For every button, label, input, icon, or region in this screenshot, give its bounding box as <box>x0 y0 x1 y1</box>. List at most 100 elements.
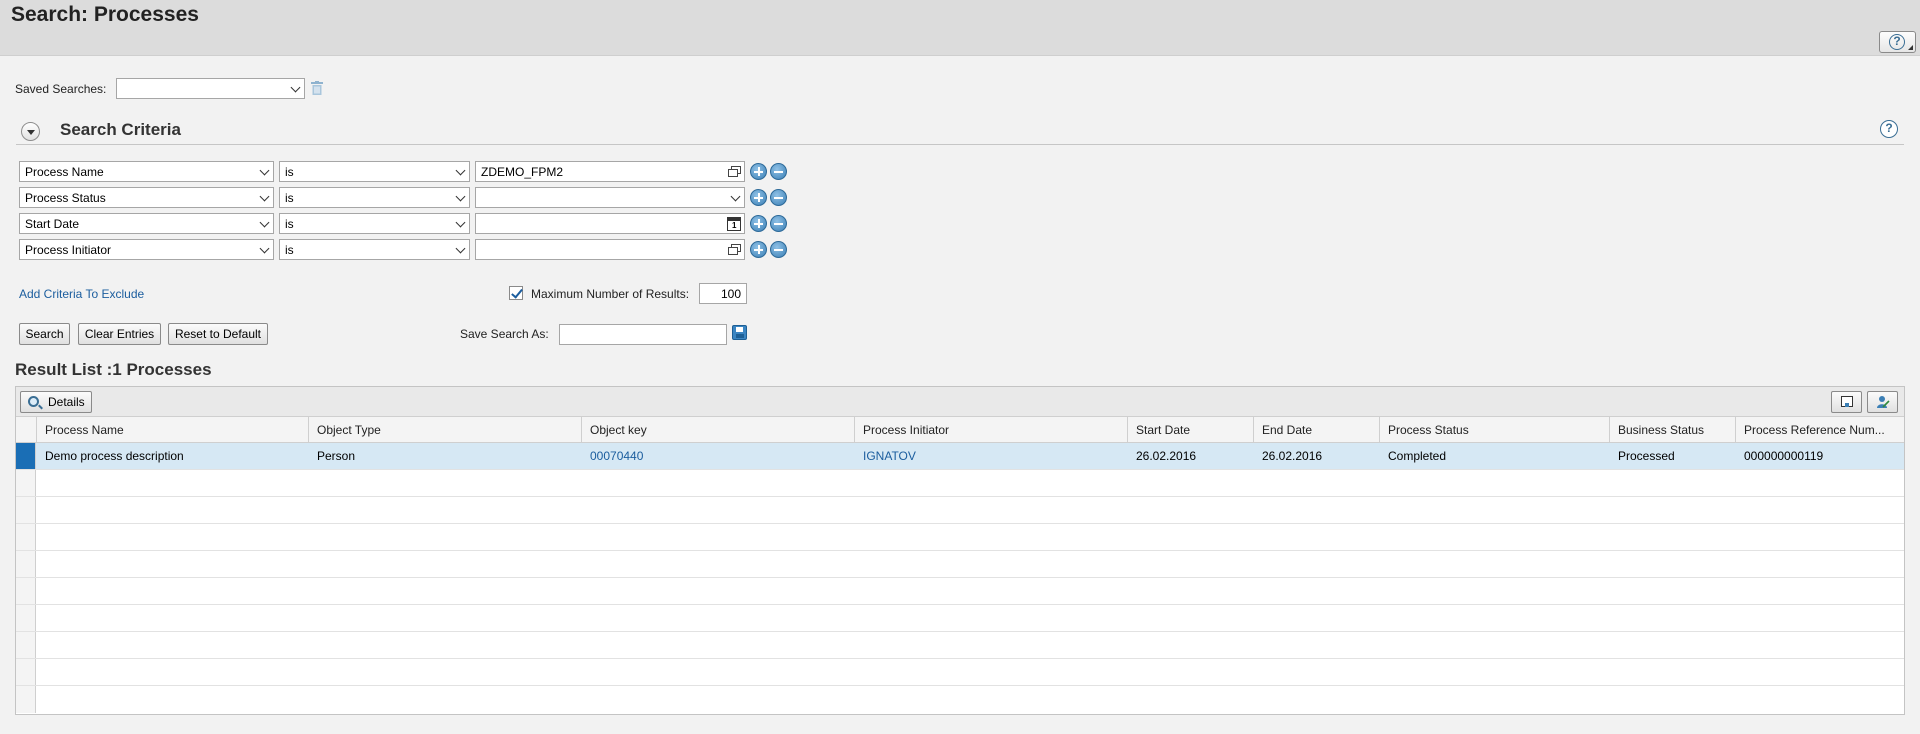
cell-object-key-link[interactable]: 00070440 <box>582 443 855 470</box>
trash-icon[interactable] <box>311 81 323 95</box>
criteria-operator-value: is <box>285 165 294 179</box>
chevron-down-icon <box>259 165 270 176</box>
column-header[interactable]: Process Initiator <box>855 417 1128 443</box>
cell-process-status: Completed <box>1388 449 1447 463</box>
row-selector[interactable] <box>16 470 36 496</box>
column-header[interactable]: End Date <box>1254 417 1380 443</box>
cell-process-reference-number: 000000000119 <box>1744 449 1824 463</box>
criteria-field-value: Process Name <box>25 165 104 179</box>
table-row-empty <box>16 551 1904 578</box>
page-header: Search: Processes ? <box>0 0 1920 56</box>
criteria-operator-select[interactable]: is <box>279 239 470 260</box>
criteria-field-value: Start Date <box>25 217 80 231</box>
chevron-down-icon <box>455 243 466 254</box>
minus-icon[interactable] <box>770 215 787 232</box>
column-header[interactable]: Start Date <box>1128 417 1254 443</box>
minus-icon[interactable] <box>770 189 787 206</box>
column-header[interactable]: Process Name <box>37 417 309 443</box>
value-help-icon[interactable] <box>728 244 741 255</box>
criteria-operator-select[interactable]: is <box>279 161 470 182</box>
table-row-empty <box>16 578 1904 605</box>
criteria-field-select[interactable]: Process Status <box>19 187 274 208</box>
chevron-down-icon <box>455 191 466 202</box>
max-results-value: 100 <box>720 287 741 301</box>
row-selector[interactable] <box>16 605 36 631</box>
saved-searches-select[interactable] <box>116 78 305 99</box>
column-header[interactable]: Object key <box>582 417 855 443</box>
chevron-down-icon <box>290 82 301 93</box>
chevron-down-icon <box>259 243 270 254</box>
table-header-row: Process Name Object Type Object key Proc… <box>16 417 1904 443</box>
table-row[interactable]: Demo process description Person 00070440… <box>16 443 1904 470</box>
table-row-empty <box>16 605 1904 632</box>
chevron-down-icon <box>259 191 270 202</box>
section-title: Search Criteria <box>60 120 181 139</box>
save-search-as-label: Save Search As: <box>460 327 549 341</box>
max-results-input[interactable]: 100 <box>699 283 747 304</box>
save-search-as-input[interactable] <box>559 324 727 345</box>
criteria-operator-select[interactable]: is <box>279 213 470 234</box>
page-title: Search: Processes <box>11 3 199 26</box>
cell-end-date: 26.02.2016 <box>1262 449 1323 463</box>
magnifier-icon <box>28 396 39 407</box>
help-icon[interactable]: ? <box>1880 120 1898 138</box>
dropdown-corner-icon <box>1908 45 1913 50</box>
criteria-date-input[interactable]: 1 <box>475 213 745 234</box>
criteria-field-select[interactable]: Start Date <box>19 213 274 234</box>
column-header[interactable]: Business Status <box>1610 417 1736 443</box>
add-criteria-to-exclude-link[interactable]: Add Criteria To Exclude <box>19 287 144 301</box>
export-icon <box>1841 396 1853 407</box>
result-list-title: Result List :1 Processes <box>15 360 212 379</box>
value-help-icon[interactable] <box>728 166 741 177</box>
criteria-value-select[interactable] <box>475 187 745 208</box>
plus-icon[interactable] <box>750 189 767 206</box>
row-selector[interactable] <box>16 443 36 469</box>
criteria-operator-value: is <box>285 243 294 257</box>
column-header[interactable]: Process Reference Num... <box>1736 417 1904 443</box>
help-icon: ? <box>1889 34 1905 50</box>
criteria-field-value: Process Initiator <box>25 243 112 257</box>
result-table: Details Process Name Object Type Object … <box>15 386 1905 715</box>
row-selector[interactable] <box>16 632 36 658</box>
criteria-field-select[interactable]: Process Name <box>19 161 274 182</box>
cell-process-initiator-link[interactable]: IGNATOV <box>855 443 1128 470</box>
clear-entries-button[interactable]: Clear Entries <box>78 323 161 345</box>
help-menu-button[interactable]: ? <box>1879 31 1916 53</box>
criteria-value-input[interactable]: ZDEMO_FPM2 <box>475 161 745 182</box>
minus-icon[interactable] <box>770 163 787 180</box>
chevron-down-icon <box>455 165 466 176</box>
collapse-section-button[interactable] <box>21 122 40 141</box>
save-icon[interactable] <box>732 325 747 340</box>
column-header[interactable]: Process Status <box>1380 417 1610 443</box>
cell-business-status: Processed <box>1618 449 1675 463</box>
details-button-label: Details <box>48 395 85 409</box>
plus-icon[interactable] <box>750 215 767 232</box>
plus-icon[interactable] <box>750 241 767 258</box>
row-selector[interactable] <box>16 497 36 523</box>
cell-object-type: Person <box>317 449 356 463</box>
plus-icon[interactable] <box>750 163 767 180</box>
row-selector[interactable] <box>16 686 36 713</box>
chevron-down-icon <box>730 191 741 202</box>
criteria-field-select[interactable]: Process Initiator <box>19 239 274 260</box>
header-select-all[interactable] <box>16 417 37 443</box>
row-selector[interactable] <box>16 578 36 604</box>
criteria-value-input[interactable] <box>475 239 745 260</box>
row-selector[interactable] <box>16 551 36 577</box>
criteria-operator-select[interactable]: is <box>279 187 470 208</box>
row-selector[interactable] <box>16 659 36 685</box>
minus-icon[interactable] <box>770 241 787 258</box>
table-row-empty <box>16 632 1904 659</box>
reset-to-default-button[interactable]: Reset to Default <box>168 323 268 345</box>
column-header[interactable]: Object Type <box>309 417 582 443</box>
cell-process-name: Demo process description <box>45 449 184 463</box>
saved-searches-label: Saved Searches: <box>15 82 107 96</box>
details-button[interactable]: Details <box>20 391 92 413</box>
calendar-icon[interactable]: 1 <box>727 217 741 231</box>
export-button[interactable] <box>1831 391 1862 413</box>
search-button[interactable]: Search <box>19 323 70 345</box>
criteria-operator-value: is <box>285 191 294 205</box>
row-selector[interactable] <box>16 524 36 550</box>
max-results-checkbox[interactable] <box>509 286 523 300</box>
personalize-button[interactable] <box>1867 391 1898 413</box>
